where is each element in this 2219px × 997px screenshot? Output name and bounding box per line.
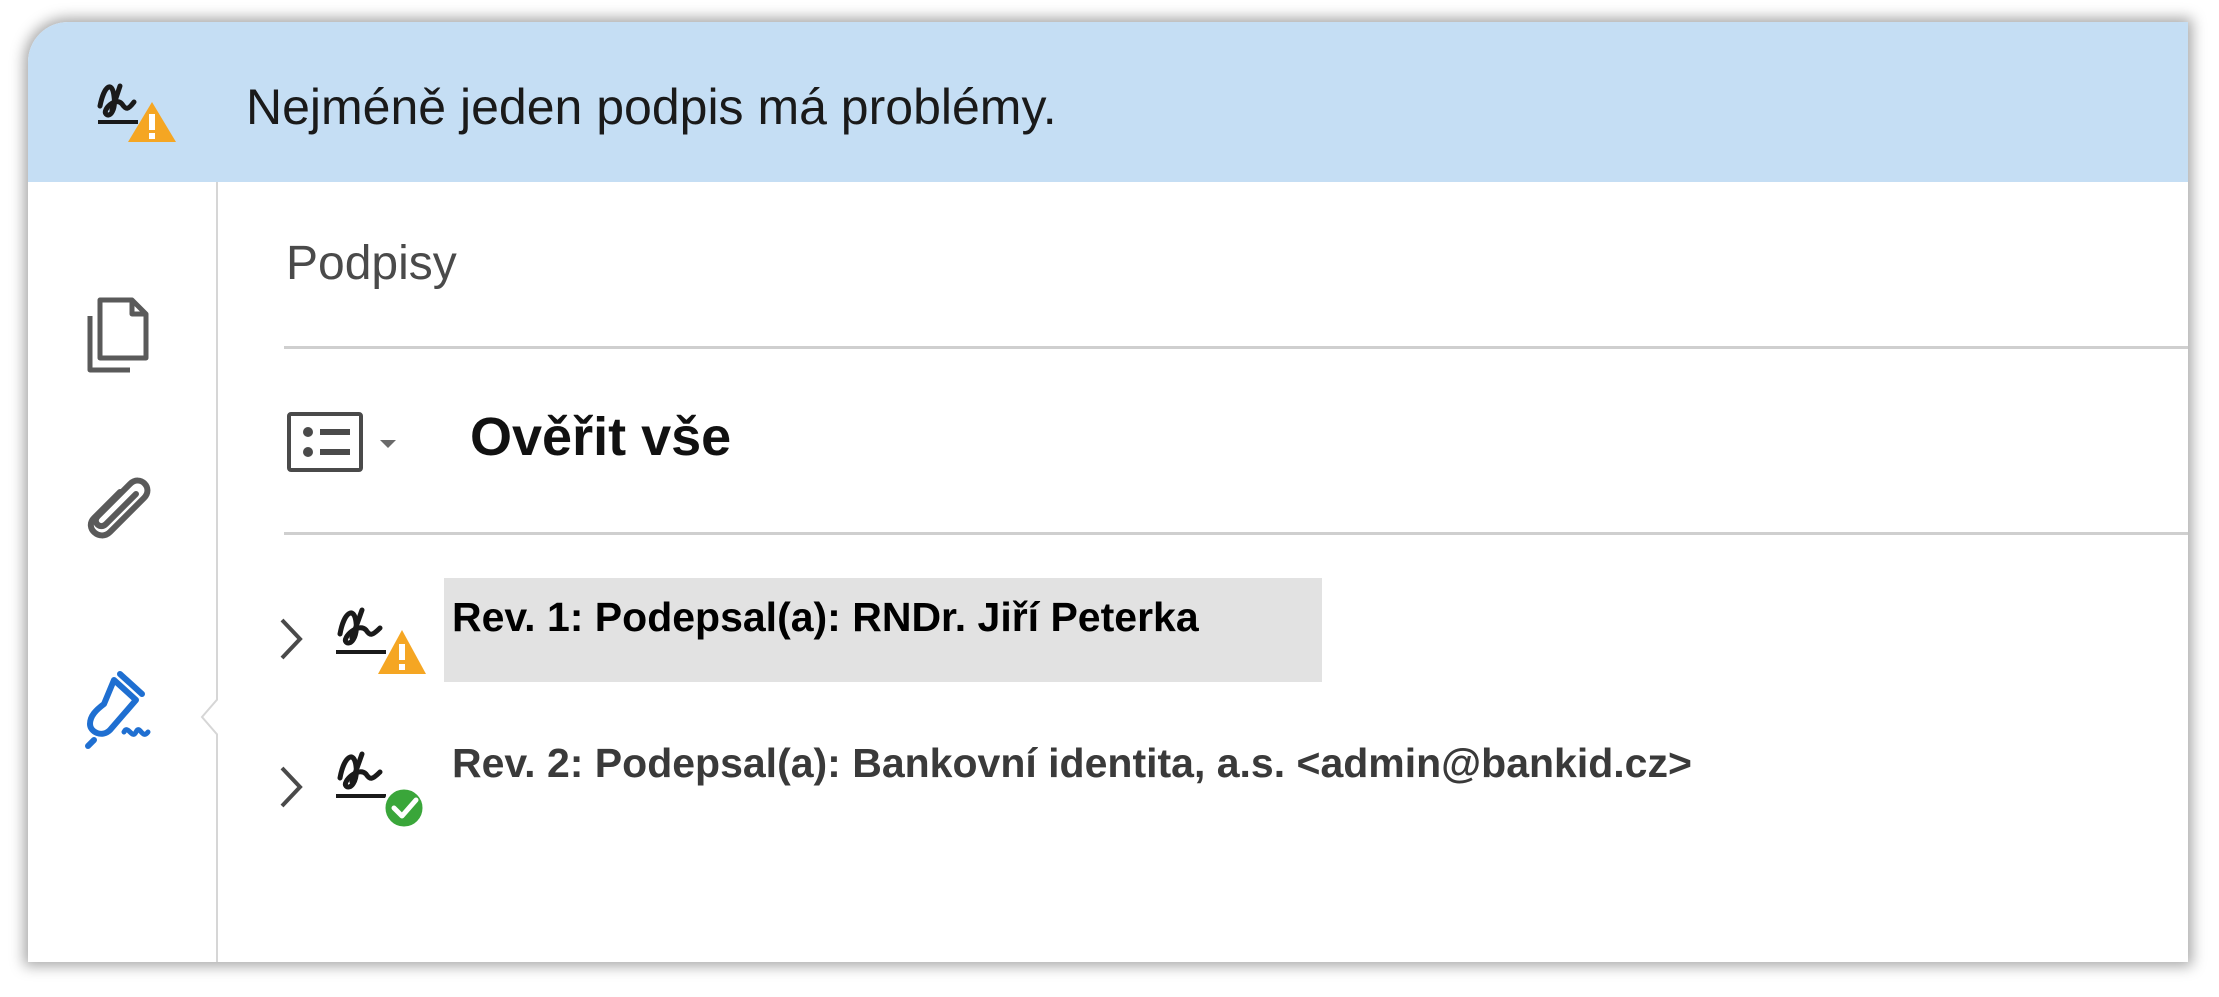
signature-label[interactable]: Rev. 2: Podepsal(a): Bankovní identita, …	[444, 726, 1700, 830]
signature-row[interactable]: Rev. 2: Podepsal(a): Bankovní identita, …	[268, 726, 2168, 846]
signature-label[interactable]: Rev. 1: Podepsal(a): RNDr. Jiří Peterka	[444, 578, 1322, 682]
title-divider	[284, 346, 2188, 349]
signature-warning-icon	[97, 83, 176, 142]
chevron-right-icon[interactable]	[276, 764, 306, 810]
left-navigation-rail	[28, 182, 228, 962]
signature-row[interactable]: Rev. 1: Podepsal(a): RNDr. Jiří Peterka	[268, 578, 2168, 698]
chevron-right-icon[interactable]	[276, 616, 306, 662]
active-item-pointer-icon	[200, 687, 228, 747]
chevron-down-icon	[380, 440, 396, 448]
signature-status-banner: Nejméně jeden podpis má problémy.	[28, 22, 2188, 182]
signature-valid-icon	[336, 751, 426, 830]
panel-title: Podpisy	[286, 237, 457, 290]
options-list-icon[interactable]	[286, 406, 406, 476]
attachment-icon[interactable]	[70, 464, 166, 560]
banner-message: Nejméně jeden podpis má problémy.	[246, 79, 1057, 135]
pages-icon[interactable]	[70, 286, 166, 382]
verify-all-button[interactable]: Ověřit vše	[470, 406, 731, 468]
signature-pen-icon[interactable]	[70, 660, 166, 756]
signature-warning-icon	[336, 607, 426, 674]
signatures-window: Nejméně jeden podpis má problémy. Podpis…	[28, 22, 2188, 962]
toolbar-divider	[284, 532, 2188, 535]
